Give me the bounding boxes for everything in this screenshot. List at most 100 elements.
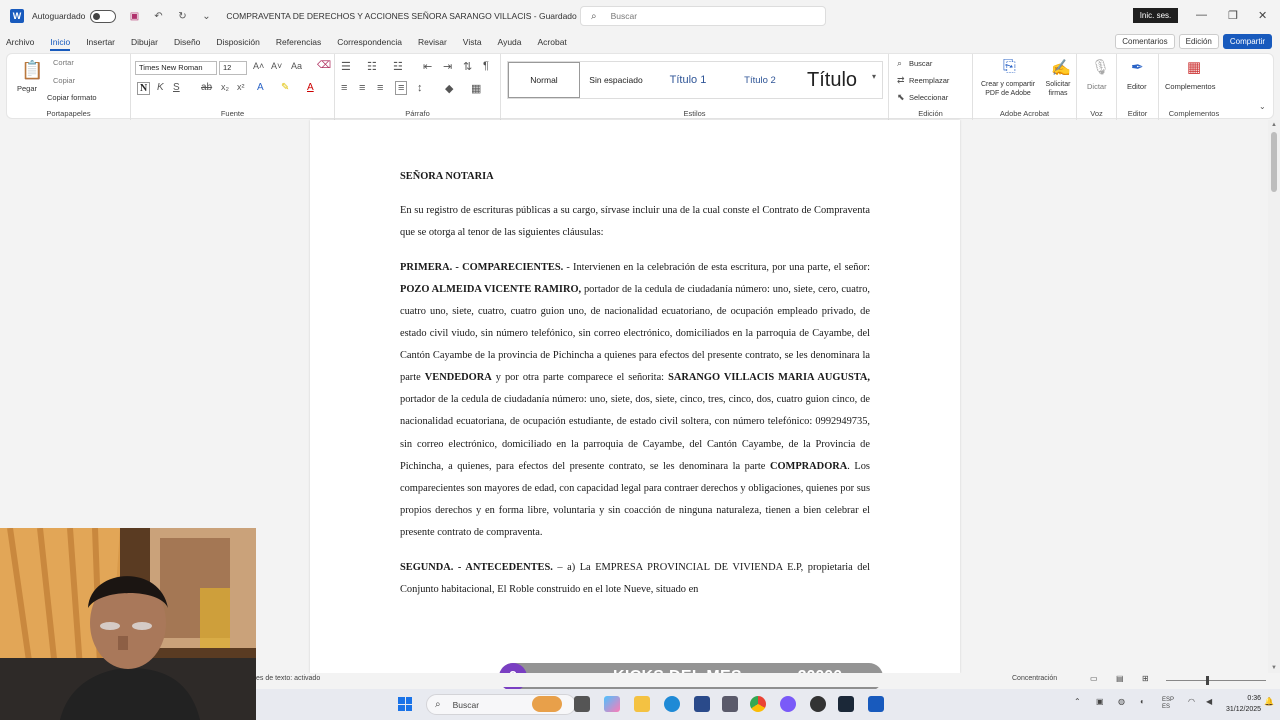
print-layout-icon[interactable]: ▤ xyxy=(1116,674,1124,683)
tray-app-icon[interactable]: ◍ xyxy=(1118,697,1125,706)
create-pdf-button[interactable]: Crear y compartir PDF de Adobe xyxy=(977,80,1039,98)
windows-start-icon[interactable] xyxy=(398,697,412,711)
multilevel-list-icon[interactable]: ☳ xyxy=(393,60,403,73)
editor-button[interactable]: Editor xyxy=(1127,82,1147,91)
style-heading-1[interactable]: Título 1 xyxy=(652,62,724,98)
replace-button[interactable]: Reemplazar xyxy=(909,76,949,85)
document-page[interactable]: SEÑORA NOTARIA En su registro de escritu… xyxy=(310,120,960,673)
decrease-indent-icon[interactable]: ⇤ xyxy=(423,60,432,73)
tab-vista[interactable]: Vista xyxy=(455,32,490,52)
tab-correspondencia[interactable]: Correspondencia xyxy=(329,32,410,52)
select-button[interactable]: Seleccionar xyxy=(909,93,948,102)
language-indicator[interactable]: ESP ES xyxy=(1162,697,1174,711)
microphone-icon[interactable]: 🎙 xyxy=(1091,58,1110,76)
task-view-icon[interactable] xyxy=(574,696,590,712)
search-input[interactable]: ⌕ Buscar xyxy=(580,6,826,26)
font-size-select[interactable]: 12 xyxy=(219,61,247,75)
volume-icon[interactable]: ◀ xyxy=(1206,697,1212,706)
grow-font-icon[interactable]: A˄ xyxy=(253,61,264,71)
align-left-icon[interactable]: ≡ xyxy=(341,82,347,94)
tab-diseno[interactable]: Diseño xyxy=(166,32,208,52)
style-normal[interactable]: Normal xyxy=(508,62,580,98)
style-title[interactable]: Título xyxy=(796,62,868,98)
format-painter-button[interactable]: Copiar formato xyxy=(47,93,97,102)
clock[interactable]: 0:36 31/12/2025 xyxy=(1226,693,1261,715)
scroll-down-icon[interactable]: ▼ xyxy=(1271,665,1277,671)
focus-mode-button[interactable]: Concentración xyxy=(1012,675,1057,682)
close-icon[interactable]: ✕ xyxy=(1258,9,1267,22)
tab-acrobat[interactable]: Acrobat xyxy=(530,32,575,52)
file-explorer-icon[interactable] xyxy=(634,696,650,712)
tab-archivo[interactable]: Archivo xyxy=(0,32,42,52)
font-family-select[interactable]: Times New Roman xyxy=(135,61,217,75)
numbering-icon[interactable]: ☷ xyxy=(367,60,377,73)
addins-icon[interactable]: ▦ xyxy=(1187,58,1201,76)
clear-formatting-icon[interactable]: ⌫ xyxy=(317,60,331,71)
italic-icon[interactable]: K xyxy=(157,82,164,93)
zoom-slider-thumb[interactable] xyxy=(1206,676,1209,685)
justify-icon[interactable]: ≡ xyxy=(395,81,408,95)
addins-button[interactable]: Complementos xyxy=(1165,82,1215,91)
restore-icon[interactable]: ❐ xyxy=(1228,9,1238,22)
cut-button[interactable]: Cortar xyxy=(53,58,74,67)
tray-app-icon[interactable]: ▣ xyxy=(1096,697,1104,706)
superscript-icon[interactable]: x² xyxy=(237,82,245,92)
sign-in-button[interactable]: Inic. ses. xyxy=(1133,8,1178,23)
align-right-icon[interactable]: ≡ xyxy=(377,82,383,94)
create-pdf-icon[interactable]: ⎘ xyxy=(1003,58,1016,76)
edge-icon[interactable] xyxy=(664,696,680,712)
show-marks-icon[interactable]: ¶ xyxy=(483,60,489,72)
comments-button[interactable]: Comentarios xyxy=(1115,34,1175,49)
style-heading-2[interactable]: Título 2 xyxy=(724,62,796,98)
word-taskbar-icon[interactable] xyxy=(868,696,884,712)
bold-icon[interactable]: N xyxy=(137,82,151,95)
tray-overflow-icon[interactable]: ⌃ xyxy=(1074,697,1081,706)
subscript-icon[interactable]: x₂ xyxy=(221,82,229,92)
change-case-icon[interactable]: Aa xyxy=(291,61,302,71)
tab-disposicion[interactable]: Disposición xyxy=(208,32,267,52)
document-body[interactable]: SEÑORA NOTARIA En su registro de escritu… xyxy=(400,166,870,613)
copilot-icon[interactable] xyxy=(604,696,620,712)
store-icon[interactable] xyxy=(694,696,710,712)
obs-icon[interactable] xyxy=(810,696,826,712)
scroll-up-icon[interactable]: ▲ xyxy=(1271,122,1277,128)
tab-referencias[interactable]: Referencias xyxy=(268,32,329,52)
tray-app-icon[interactable]: ◐ xyxy=(1140,697,1145,706)
undo-icon[interactable]: ↶ xyxy=(152,10,164,22)
request-signatures-button[interactable]: Solicitar firmas xyxy=(1043,80,1073,98)
styles-more-icon[interactable]: ▾ xyxy=(872,72,876,81)
editor-icon[interactable]: ✒ xyxy=(1131,58,1144,76)
collapse-ribbon-icon[interactable]: ⌄ xyxy=(1259,102,1266,111)
share-button[interactable]: Compartir xyxy=(1222,34,1272,49)
scrollbar-thumb[interactable] xyxy=(1271,132,1277,192)
strikethrough-icon[interactable]: ab xyxy=(201,82,212,93)
align-center-icon[interactable]: ≡ xyxy=(359,82,365,94)
shrink-font-icon[interactable]: A˅ xyxy=(271,61,282,71)
request-signatures-icon[interactable]: ✍ xyxy=(1051,58,1071,78)
zoom-slider[interactable] xyxy=(1166,680,1266,681)
steam-icon[interactable] xyxy=(838,696,854,712)
customize-quick-access-icon[interactable]: ⌄ xyxy=(200,10,212,22)
style-no-spacing[interactable]: Sin espaciado xyxy=(580,62,652,98)
minimize-icon[interactable]: — xyxy=(1196,9,1207,21)
app-icon[interactable] xyxy=(722,696,738,712)
font-color-icon[interactable]: A xyxy=(307,82,314,93)
sort-icon[interactable]: ⇅ xyxy=(463,60,472,73)
vertical-scrollbar[interactable]: ▲ ▼ xyxy=(1268,120,1280,673)
redo-icon[interactable]: ↻ xyxy=(176,10,188,22)
save-icon[interactable]: ▣ xyxy=(128,10,140,22)
read-mode-icon[interactable]: ▭ xyxy=(1090,674,1098,683)
discord-icon[interactable] xyxy=(780,696,796,712)
find-button[interactable]: Buscar xyxy=(909,59,932,68)
tab-dibujar[interactable]: Dibujar xyxy=(123,32,166,52)
line-spacing-icon[interactable]: ↕ xyxy=(417,82,423,94)
chrome-icon[interactable] xyxy=(750,696,766,712)
notifications-icon[interactable]: 🔔 xyxy=(1264,697,1274,706)
tab-insertar[interactable]: Insertar xyxy=(78,32,123,52)
text-effects-icon[interactable]: A xyxy=(257,82,264,93)
tab-inicio[interactable]: Inicio xyxy=(42,32,78,52)
copy-button[interactable]: Copiar xyxy=(53,76,75,85)
widget-icon[interactable] xyxy=(532,696,562,712)
highlight-icon[interactable]: ✎ xyxy=(281,82,289,93)
tab-revisar[interactable]: Revisar xyxy=(410,32,455,52)
